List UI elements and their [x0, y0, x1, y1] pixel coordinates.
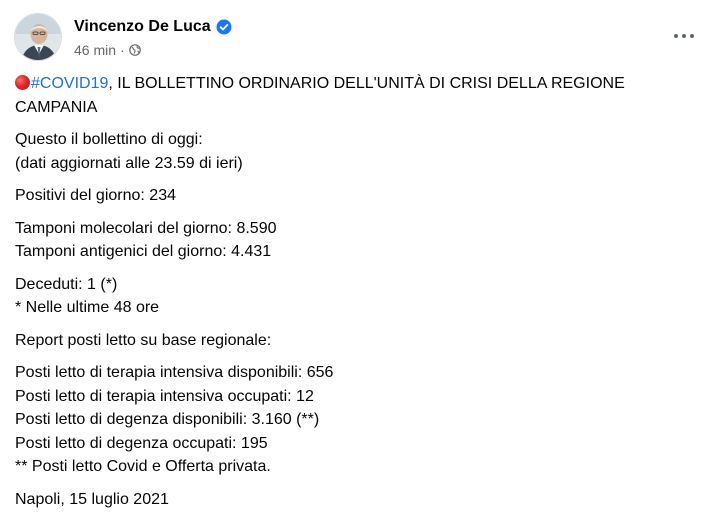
- red-circle-emoji-icon: [15, 75, 30, 90]
- post-body: #COVID19, IL BOLLETTINO ORDINARIO DELL'U…: [15, 72, 695, 520]
- more-options-button[interactable]: [666, 18, 702, 54]
- post-title-line-1: #COVID19, IL BOLLETTINO ORDINARIO DELL'U…: [15, 72, 695, 96]
- post-title-text: , IL BOLLETTINO ORDINARIO DELL'UNITÀ DI …: [108, 75, 625, 92]
- intro-line-2: (dati aggiornati alle 23.59 di ieri): [15, 154, 243, 172]
- post-title-paragraph: #COVID19, IL BOLLETTINO ORDINARIO DELL'U…: [15, 72, 695, 119]
- post-title-line-2: CAMPANIA: [15, 98, 98, 116]
- deceduti-line: Deceduti: 1 (*): [15, 275, 118, 293]
- tamponi-paragraph: Tamponi molecolari del giorno: 8.590 Tam…: [15, 217, 695, 264]
- tamponi-antigenici-line: Tamponi antigenici del giorno: 4.431: [15, 243, 272, 260]
- author-name[interactable]: Vincenzo De Luca: [74, 18, 211, 36]
- author-row: Vincenzo De Luca: [74, 16, 232, 38]
- post-subline: 46 min ·: [74, 42, 232, 58]
- positivi-paragraph: Positivi del giorno: 234: [15, 184, 695, 208]
- deceduti-note-line: * Nelle ultime 48 ore: [15, 299, 160, 316]
- signoff-line: Napoli, 15 luglio 2021: [15, 490, 169, 508]
- deceduti-paragraph: Deceduti: 1 (*) * Nelle ultime 48 ore: [15, 273, 695, 320]
- degenza-occupati-line: Posti letto di degenza occupati: 195: [15, 434, 268, 452]
- positivi-line: Positivi del giorno: 234: [15, 187, 176, 204]
- intro-paragraph: Questo il bollettino di oggi: (dati aggi…: [15, 128, 695, 175]
- intro-line-1: Questo il bollettino di oggi:: [15, 131, 203, 148]
- ti-disponibili-line: Posti letto di terapia intensiva disponi…: [15, 364, 334, 381]
- more-dot-icon: [682, 34, 686, 38]
- post-header: Vincenzo De Luca 46 min ·: [14, 12, 232, 62]
- report-line: Report posti letto su base regionale:: [15, 331, 272, 349]
- report-paragraph: Report posti letto su base regionale:: [15, 329, 695, 353]
- degenza-disponibili-line: Posti letto di degenza disponibili: 3.16…: [15, 411, 320, 428]
- tamponi-molecolari-line: Tamponi molecolari del giorno: 8.590: [15, 219, 277, 237]
- posti-note-line: ** Posti letto Covid e Offerta privata.: [15, 458, 271, 475]
- hashtag-covid19-link[interactable]: #COVID19: [31, 75, 108, 92]
- avatar-image: [15, 14, 61, 60]
- globe-icon[interactable]: [128, 44, 141, 56]
- more-dot-icon: [690, 34, 694, 38]
- more-dot-icon: [674, 34, 678, 38]
- post-meta: Vincenzo De Luca 46 min ·: [74, 16, 232, 58]
- posti-letto-paragraph: Posti letto di terapia intensiva disponi…: [15, 361, 695, 479]
- facebook-post: Vincenzo De Luca 46 min · #COVID19, IL B…: [0, 0, 710, 527]
- verified-badge-icon: [216, 19, 232, 35]
- post-timestamp[interactable]: 46 min: [74, 42, 116, 58]
- signoff-paragraph: Napoli, 15 luglio 2021: [15, 488, 695, 512]
- author-avatar[interactable]: [14, 13, 62, 61]
- ti-occupati-line: Posti letto di terapia intensiva occupat…: [15, 387, 314, 405]
- separator-dot: ·: [120, 42, 125, 58]
